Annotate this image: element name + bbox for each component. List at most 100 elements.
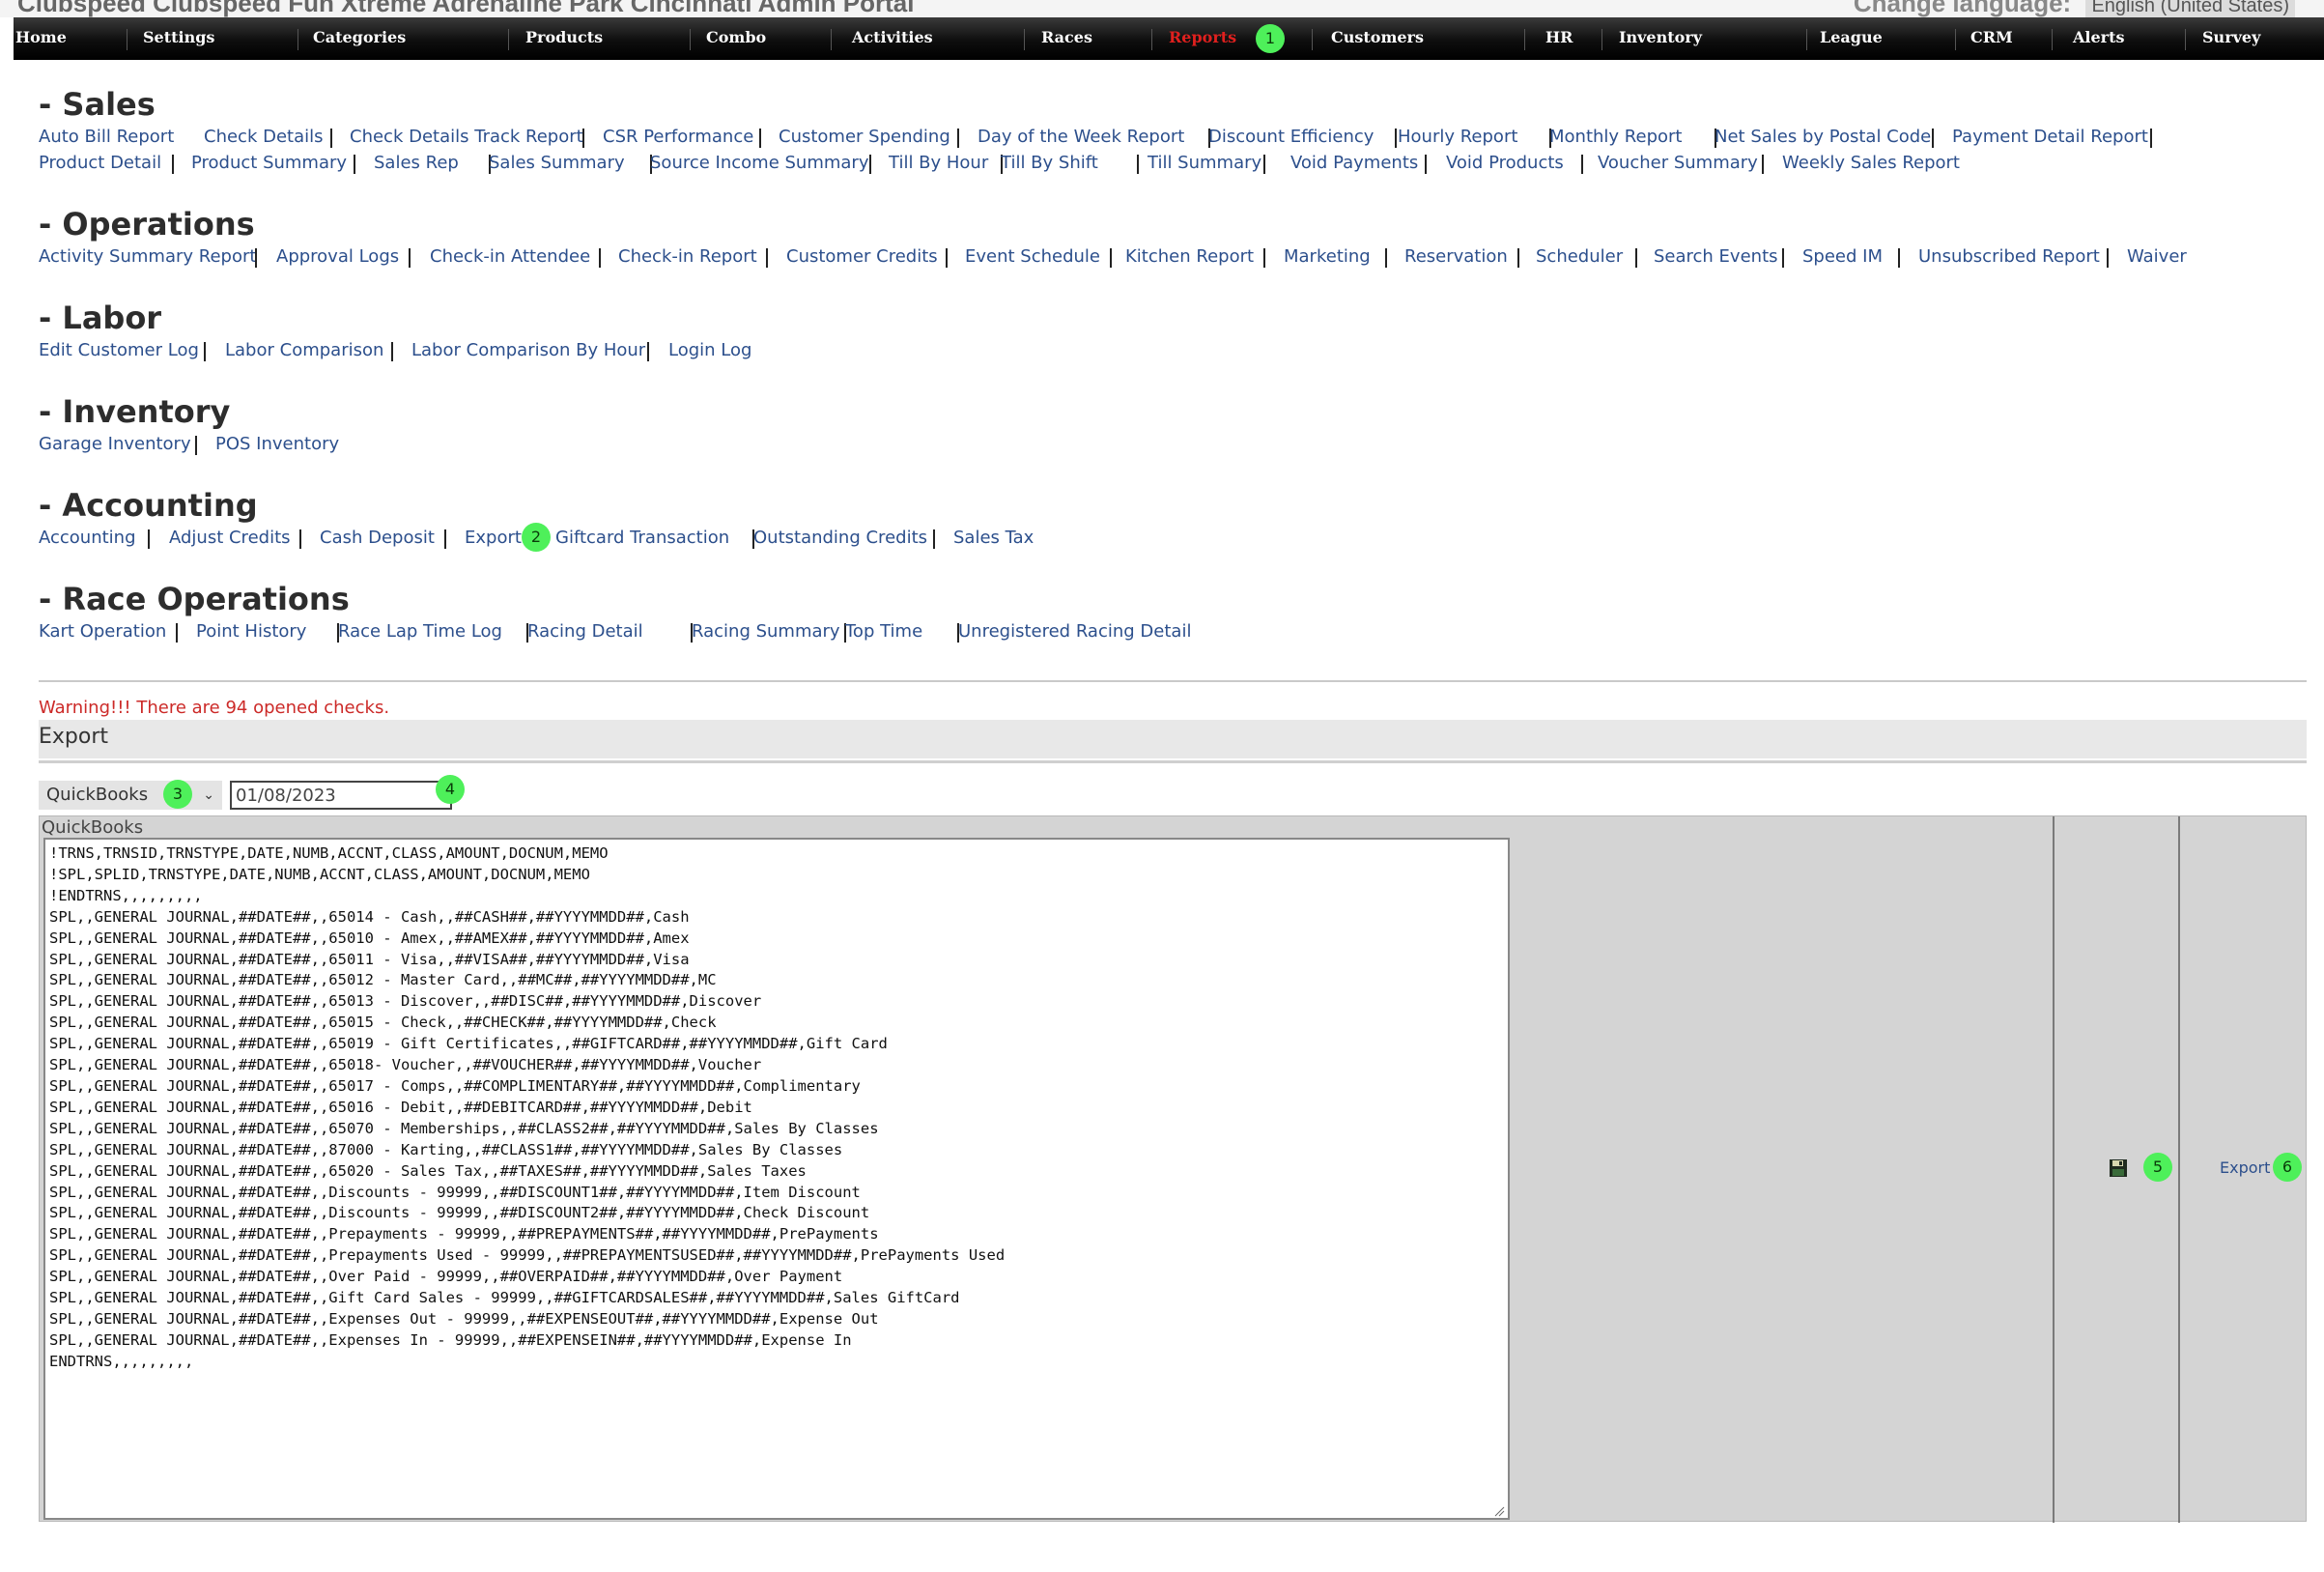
report-link[interactable]: Void Products: [1446, 153, 1564, 174]
report-link[interactable]: Void Payments: [1290, 153, 1418, 174]
link-separator: [1517, 248, 1519, 268]
app-title: Clubspeed Clubspeed Fun Xtreme Adrenalin…: [17, 0, 915, 17]
report-link[interactable]: CSR Performance: [603, 127, 753, 148]
report-link[interactable]: Giftcard Transaction: [555, 528, 729, 549]
nav-products[interactable]: Products: [525, 17, 603, 60]
link-separator: [1762, 155, 1764, 174]
section-sales: - Sales Auto Bill Report Check Details C…: [39, 86, 2152, 174]
link-separator: [330, 129, 332, 148]
report-link[interactable]: Race Lap Time Log: [338, 621, 502, 643]
report-link[interactable]: Product Detail: [39, 153, 161, 174]
nav-combo[interactable]: Combo: [706, 17, 766, 60]
link-separator: [1395, 129, 1397, 148]
link-separator: [946, 248, 948, 268]
report-link[interactable]: Check Details Track Report: [350, 127, 583, 148]
report-link[interactable]: Sales Tax: [953, 528, 1034, 549]
report-link[interactable]: Approval Logs: [276, 246, 399, 268]
nav-crm[interactable]: CRM: [1970, 17, 2013, 60]
nav-league[interactable]: League: [1820, 17, 1883, 60]
report-link[interactable]: Cash Deposit: [320, 528, 435, 549]
template-textarea[interactable]: !TRNS,TRNSID,TRNSTYPE,DATE,NUMB,ACCNT,CL…: [43, 838, 1510, 1520]
report-link[interactable]: Customer Credits: [786, 246, 938, 268]
nav-hr[interactable]: HR: [1545, 17, 1573, 60]
report-link[interactable]: Day of the Week Report: [978, 127, 1184, 148]
nav-activities[interactable]: Activities: [852, 17, 933, 60]
link-separator: [1932, 129, 1934, 148]
report-link[interactable]: Payment Detail Report: [1952, 127, 2148, 148]
resize-grip-icon[interactable]: [1493, 1505, 1505, 1517]
nav-inventory[interactable]: Inventory: [1619, 17, 1702, 60]
marker-badge: 4: [436, 775, 465, 804]
report-link[interactable]: Till By Hour: [889, 153, 988, 174]
nav-races[interactable]: Races: [1041, 17, 1092, 60]
report-link[interactable]: Event Schedule: [965, 246, 1100, 268]
report-link[interactable]: Customer Spending: [779, 127, 950, 148]
report-link[interactable]: Voucher Summary: [1598, 153, 1758, 174]
nav-survey[interactable]: Survey: [2202, 17, 2260, 60]
report-link[interactable]: Labor Comparison: [225, 340, 383, 361]
floppy-disk-icon[interactable]: [2109, 1158, 2128, 1178]
report-link[interactable]: Activity Summary Report: [39, 246, 256, 268]
chevron-down-icon: ⌄: [203, 787, 214, 803]
report-link[interactable]: Racing Detail: [527, 621, 643, 643]
report-link[interactable]: Unsubscribed Report: [1918, 246, 2100, 268]
report-link[interactable]: Weekly Sales Report: [1782, 153, 1960, 174]
report-link[interactable]: Net Sales by Postal Code: [1715, 127, 1931, 148]
report-link[interactable]: Accounting: [39, 528, 136, 549]
nav-alerts[interactable]: Alerts: [2073, 17, 2125, 60]
nav-home[interactable]: Home: [15, 17, 67, 60]
report-link[interactable]: Sales Summary: [489, 153, 625, 174]
nav-settings[interactable]: Settings: [143, 17, 214, 60]
report-link[interactable]: Till By Shift: [1001, 153, 1098, 174]
report-link[interactable]: Adjust Credits: [169, 528, 291, 549]
language-select[interactable]: English (United States): [2085, 0, 2295, 17]
nav-reports[interactable]: Reports: [1169, 17, 1236, 60]
link-separator: [172, 155, 174, 174]
export-button[interactable]: Export: [2220, 1158, 2270, 1179]
report-link[interactable]: Check Details: [204, 127, 324, 148]
report-link[interactable]: Unregistered Racing Detail: [958, 621, 1191, 643]
report-link[interactable]: Sales Rep: [374, 153, 459, 174]
report-link[interactable]: Product Summary: [191, 153, 347, 174]
link-separator: [255, 248, 257, 268]
report-link[interactable]: Source Income Summary: [650, 153, 869, 174]
nav-customers[interactable]: Customers: [1331, 17, 1424, 60]
report-link[interactable]: Export: [465, 528, 522, 549]
link-separator: [1263, 155, 1265, 174]
report-link[interactable]: Labor Comparison By Hour: [411, 340, 645, 361]
nav-divider: [1955, 29, 1956, 50]
report-link[interactable]: Marketing: [1284, 246, 1371, 268]
report-link[interactable]: Discount Efficiency: [1208, 127, 1374, 148]
report-link[interactable]: Top Time: [845, 621, 922, 643]
report-link[interactable]: Reservation: [1404, 246, 1508, 268]
report-link[interactable]: Monthly Report: [1549, 127, 1682, 148]
nav-divider: [831, 29, 832, 50]
report-link[interactable]: POS Inventory: [215, 434, 339, 455]
report-link[interactable]: Kart Operation: [39, 621, 166, 643]
report-link[interactable]: Point History: [196, 621, 306, 643]
nav-categories[interactable]: Categories: [313, 17, 406, 60]
link-separator: [204, 342, 206, 361]
report-link[interactable]: Login Log: [668, 340, 751, 361]
report-link[interactable]: Auto Bill Report: [39, 127, 174, 148]
report-link[interactable]: Check-in Attendee: [430, 246, 590, 268]
link-separator: [1263, 248, 1265, 268]
report-link[interactable]: Garage Inventory: [39, 434, 191, 455]
report-link[interactable]: Edit Customer Log: [39, 340, 199, 361]
section-title: - Race Operations: [39, 581, 350, 617]
marker-badge: 3: [163, 780, 192, 809]
report-link[interactable]: Scheduler: [1536, 246, 1623, 268]
panel-label: QuickBooks: [42, 817, 144, 838]
report-link[interactable]: Waiver: [2127, 246, 2187, 268]
link-separator: [1782, 248, 1784, 268]
report-link[interactable]: Outstanding Credits: [753, 528, 927, 549]
report-link[interactable]: Check-in Report: [618, 246, 757, 268]
export-format-select[interactable]: QuickBooks ⌄: [39, 781, 222, 810]
report-link[interactable]: Till Summary: [1148, 153, 1261, 174]
report-link[interactable]: Search Events: [1654, 246, 1778, 268]
export-date-input[interactable]: [230, 781, 452, 810]
report-link[interactable]: Hourly Report: [1398, 127, 1517, 148]
report-link[interactable]: Kitchen Report: [1125, 246, 1254, 268]
report-link[interactable]: Speed IM: [1802, 246, 1883, 268]
report-link[interactable]: Racing Summary: [692, 621, 840, 643]
